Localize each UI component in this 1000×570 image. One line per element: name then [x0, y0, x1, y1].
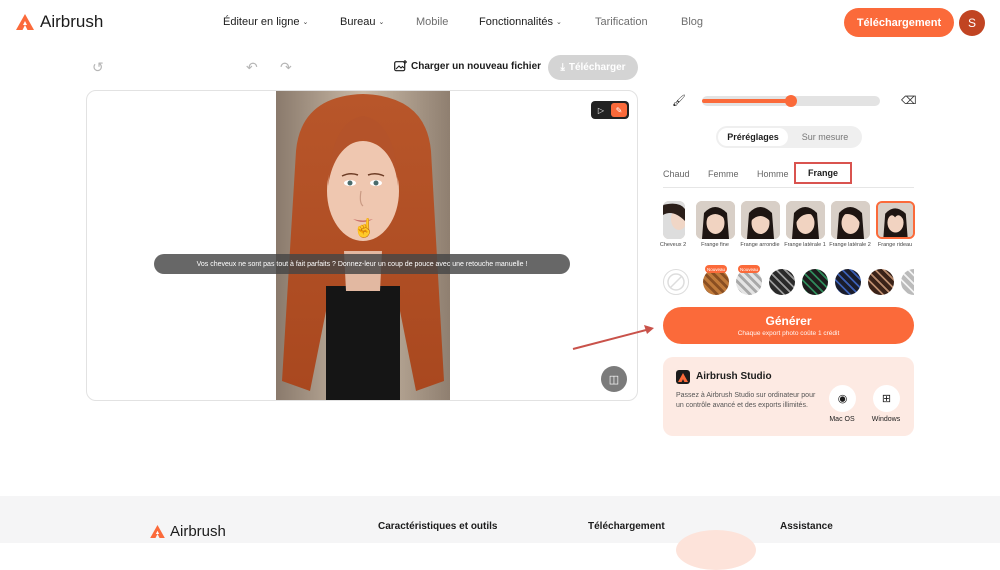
footer-brand-name: Airbrush [170, 523, 226, 540]
preset-label: Cheveux 2 [659, 242, 687, 248]
footer-col-download[interactable]: Téléchargement [588, 521, 665, 532]
studio-title: Airbrush Studio [696, 371, 772, 382]
nav-desktop-label: Bureau [340, 16, 376, 28]
compare-icon[interactable]: ◫ [601, 366, 627, 392]
preset-label: Frange fine [701, 242, 729, 248]
macos-label: Mac OS [829, 416, 855, 423]
nav-desktop[interactable]: Bureau ⌄ [340, 16, 384, 28]
brand-name: Airbrush [40, 12, 104, 31]
footer-brand[interactable]: Airbrush [150, 523, 226, 540]
preset-thumb[interactable] [831, 201, 870, 239]
preset-thumb[interactable] [663, 201, 685, 239]
generate-credit-note: Chaque export photo coûte 1 crédit [737, 330, 840, 337]
macos-download-button[interactable]: ◉ [829, 385, 856, 412]
brush-size-icon: 🖌 [672, 95, 686, 107]
manual-retouch-tip: Vos cheveux ne sont pas tout à fait parf… [154, 254, 570, 274]
color-swatch-light[interactable] [901, 269, 914, 295]
category-woman[interactable]: Femme [708, 169, 739, 179]
color-swatch-grey[interactable] [769, 269, 795, 295]
download-image-button[interactable]: ⤓ Télécharger [548, 55, 638, 80]
tab-presets[interactable]: Préréglages [718, 128, 788, 146]
nav-editor[interactable]: Éditeur en ligne ⌄ [223, 16, 308, 28]
windows-download-button[interactable]: ⊞ [873, 385, 900, 412]
preset-thumb[interactable] [786, 201, 825, 239]
new-badge: Nouveau [705, 265, 728, 273]
color-swatch-blue[interactable] [835, 269, 861, 295]
color-swatch-green[interactable] [802, 269, 828, 295]
undo-icon[interactable]: ↶ [246, 59, 258, 76]
user-avatar[interactable]: S [959, 10, 985, 36]
select-cursor-icon[interactable]: ▷ [593, 103, 609, 117]
brush-size-fill [702, 99, 791, 103]
hand-cursor-icon: ☝ [353, 218, 376, 238]
download-app-button[interactable]: Téléchargement [844, 8, 954, 37]
chevron-down-icon: ⌄ [556, 19, 562, 26]
generate-label: Générer [765, 314, 812, 328]
nav-blog[interactable]: Blog [681, 16, 703, 28]
brush-size-thumb[interactable] [785, 95, 797, 107]
brush-mode-icon[interactable]: ✎ [611, 103, 627, 117]
no-color-swatch[interactable] [663, 269, 689, 295]
nav-pricing-label: Tarification [595, 16, 648, 28]
preset-thumb-selected[interactable] [876, 201, 915, 239]
chevron-down-icon: ⌄ [378, 19, 385, 26]
tool-mode-toggle[interactable]: ▷ ✎ [591, 101, 629, 119]
color-swatch-brown[interactable] [868, 269, 894, 295]
nav-editor-label: Éditeur en ligne [223, 16, 300, 28]
generate-button[interactable]: Générer Chaque export photo coûte 1 créd… [663, 307, 914, 344]
nav-features[interactable]: Fonctionnalités ⌄ [479, 16, 562, 28]
eraser-icon[interactable]: ⌫ [901, 94, 917, 107]
reset-icon[interactable]: ↺ [92, 59, 104, 76]
preset-thumb[interactable] [741, 201, 780, 239]
pointer-arrow-icon [572, 325, 654, 350]
footer-decoration [676, 530, 756, 570]
nav-mobile[interactable]: Mobile [416, 16, 448, 28]
preset-label: Frange latérale 1 [784, 242, 826, 248]
category-bangs[interactable]: Frange [794, 162, 852, 184]
image-canvas[interactable]: ▷ ✎ ☝ Vos cheveux ne sont pas tout à fai… [86, 90, 638, 401]
preset-label: Frange arrondie [740, 242, 780, 248]
download-label: Télécharger [568, 62, 626, 73]
chevron-down-icon: ⌄ [302, 19, 309, 26]
brand-logo[interactable]: Airbrush [16, 12, 103, 32]
footer-col-features[interactable]: Caractéristiques et outils [378, 521, 497, 532]
airbrush-logo-icon [16, 14, 34, 30]
new-badge: Nouveau [738, 265, 761, 273]
redo-icon[interactable]: ↷ [280, 59, 292, 76]
nav-blog-label: Blog [681, 16, 704, 28]
windows-icon: ⊞ [881, 393, 892, 405]
preset-thumb[interactable] [696, 201, 735, 239]
studio-description: Passez à Airbrush Studio sur ordinateur … [676, 392, 816, 410]
nav-features-label: Fonctionnalités [479, 16, 553, 28]
upload-label: Charger un nouveau fichier [411, 60, 542, 72]
category-warm[interactable]: Chaud [663, 169, 690, 179]
category-man[interactable]: Homme [757, 169, 789, 179]
image-upload-icon [394, 60, 407, 72]
category-divider [663, 187, 914, 188]
airbrush-logo-icon [150, 525, 165, 538]
preset-label: Frange rideau [877, 242, 913, 248]
upload-new-file-button[interactable]: Charger un nouveau fichier [394, 60, 541, 72]
portrait-photo [276, 91, 450, 400]
studio-logo-icon [676, 370, 690, 384]
nav-mobile-label: Mobile [416, 16, 449, 28]
footer-col-support[interactable]: Assistance [780, 521, 833, 532]
nav-pricing[interactable]: Tarification [595, 16, 648, 28]
preset-label: Frange latérale 2 [829, 242, 871, 248]
tab-custom[interactable]: Sur mesure [790, 128, 860, 146]
download-icon: ⤓ [560, 62, 565, 73]
windows-label: Windows [871, 416, 901, 423]
apple-icon: ◉ [837, 393, 848, 405]
